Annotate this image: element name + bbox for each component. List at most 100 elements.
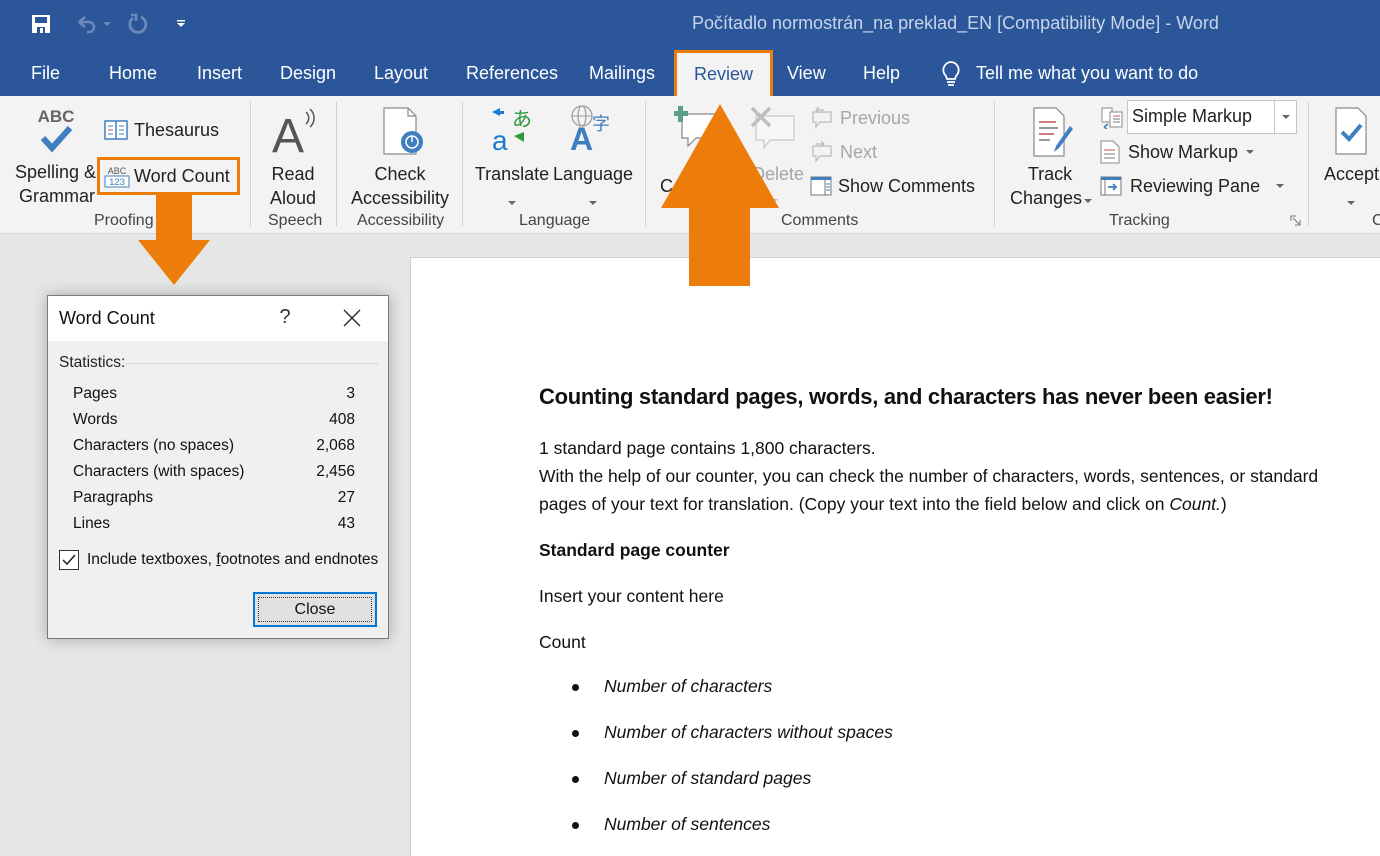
undo-icon[interactable]	[73, 12, 99, 36]
next-comment-button[interactable]: Next	[810, 140, 877, 164]
close-button[interactable]: Close	[253, 592, 377, 627]
translate-button[interactable]: あa Translate	[474, 102, 550, 205]
read-aloud-label-1: Read	[271, 164, 315, 184]
help-button[interactable]: ?	[277, 306, 293, 329]
reviewing-pane-dropdown-icon	[1276, 184, 1285, 188]
check-accessibility-button[interactable]: Check Accessibility	[348, 102, 452, 208]
bullet-icon	[572, 822, 579, 829]
thesaurus-label: Thesaurus	[134, 119, 220, 140]
stat-label: Characters (with spaces)	[73, 463, 245, 480]
document-paragraph: Count	[539, 632, 586, 652]
show-markup-dropdown-icon	[1246, 150, 1255, 154]
annotation-arrow-down	[138, 195, 210, 285]
stat-label: Words	[73, 411, 118, 428]
document-paragraph: pages of your text for translation. (Cop…	[539, 490, 1227, 518]
list-item: Number of characters	[604, 676, 773, 696]
svg-text:a: a	[492, 125, 508, 152]
title-bar: Počítadlo normostrán_na preklad_EN [Comp…	[0, 0, 1380, 50]
tab-view[interactable]: View	[787, 50, 826, 96]
dialog-title-bar[interactable]: Word Count ?	[48, 296, 388, 341]
document-page[interactable]: Counting standard pages, words, and char…	[410, 257, 1380, 856]
ribbon-tabs: File Home Insert Design Layout Reference…	[0, 50, 1380, 96]
bullet-icon	[572, 684, 579, 691]
group-label-comments: Comments	[781, 212, 859, 229]
redo-icon[interactable]	[125, 12, 151, 36]
list-item: Number of standard pages	[604, 768, 812, 788]
language-icon: A字	[570, 105, 610, 152]
tracking-options-launcher-icon[interactable]	[1290, 214, 1302, 226]
word-count-label: Word Count	[134, 165, 230, 186]
read-aloud-button[interactable]: A Read Aloud	[262, 102, 324, 208]
reviewing-pane-button[interactable]: Reviewing Pane	[1100, 174, 1285, 198]
tab-home[interactable]: Home	[109, 50, 157, 96]
previous-comment-button[interactable]: Previous	[810, 106, 910, 130]
stat-value: 43	[337, 515, 355, 532]
include-textboxes-checkbox[interactable]: Include textboxes, footnotes and endnote…	[59, 550, 378, 570]
word-count-button[interactable]: ABC 123 Word Count	[104, 164, 230, 188]
accessibility-checker-icon	[383, 107, 423, 155]
spelling-grammar-button[interactable]: ABC Spelling & Grammar	[10, 100, 100, 206]
save-icon[interactable]	[30, 12, 52, 36]
show-comments-button[interactable]: Show Comments	[810, 174, 975, 198]
tell-me-placeholder: Tell me what you want to do	[976, 62, 1199, 83]
display-for-review-icon	[1101, 107, 1123, 129]
stat-value: 3	[346, 385, 355, 402]
word-count-dialog: Word Count ? Statistics: Pages 3 Words 4…	[47, 295, 389, 639]
reviewing-pane-icon	[1100, 176, 1122, 196]
language-button[interactable]: A字 Language	[552, 102, 634, 205]
track-changes-button[interactable]: Track Changes	[1004, 102, 1096, 208]
tab-insert[interactable]: Insert	[197, 50, 242, 96]
stat-row: Pages 3	[73, 385, 355, 407]
read-aloud-icon: A	[272, 108, 315, 154]
stat-label: Pages	[73, 385, 117, 402]
svg-text:ABC: ABC	[38, 107, 75, 126]
text-run: ootnotes and endnotes	[220, 551, 379, 568]
checkbox-box[interactable]	[59, 550, 79, 570]
tab-design[interactable]: Design	[280, 50, 336, 96]
tab-mailings[interactable]: Mailings	[589, 50, 655, 96]
check-accessibility-label-2: Accessibility	[350, 188, 450, 208]
annotation-arrow-up	[661, 104, 779, 286]
word-count-icon: ABC123	[104, 166, 130, 188]
markup-select-value: Simple Markup	[1132, 106, 1253, 126]
accept-dropdown-icon	[1347, 194, 1355, 212]
text-run: pages of your text for translation. (Cop…	[539, 494, 1170, 514]
tab-help[interactable]: Help	[863, 50, 900, 96]
tab-file[interactable]: File	[31, 50, 60, 96]
tell-me-search[interactable]: Tell me what you want to do	[940, 50, 1198, 96]
accept-icon	[1335, 107, 1367, 155]
undo-dropdown-icon[interactable]	[101, 12, 113, 36]
group-divider	[126, 363, 378, 364]
show-markup-label: Show Markup	[1128, 141, 1239, 162]
markup-select[interactable]: Simple Markup	[1127, 100, 1297, 134]
tab-review[interactable]: Review	[674, 50, 774, 96]
stat-value: 2,456	[316, 463, 355, 480]
reviewing-pane-label: Reviewing Pane	[1130, 175, 1261, 196]
spelling-label-1: Spelling &	[15, 162, 97, 182]
thesaurus-button[interactable]: Thesaurus	[104, 118, 219, 142]
ribbon-separator	[1308, 102, 1309, 226]
text-run: Include textboxes,	[87, 551, 217, 568]
accept-button[interactable]: Accept	[1320, 102, 1380, 205]
tab-layout[interactable]: Layout	[374, 50, 428, 96]
document-heading: Counting standard pages, words, and char…	[539, 384, 1273, 409]
markup-select-dropdown-icon[interactable]	[1274, 101, 1296, 133]
close-icon[interactable]	[340, 306, 364, 330]
svg-text:字: 字	[592, 114, 610, 135]
document-subheading: Standard page counter	[539, 540, 730, 560]
next-comment-icon	[812, 141, 832, 163]
show-markup-button[interactable]: Show Markup	[1100, 140, 1255, 164]
document-paragraph: With the help of our counter, you can ch…	[539, 466, 1319, 486]
ribbon-separator	[645, 102, 646, 226]
track-changes-icon	[1033, 107, 1073, 157]
svg-text:ABC: ABC	[108, 166, 127, 176]
translate-dropdown-icon	[508, 194, 516, 212]
ribbon-separator	[994, 102, 995, 226]
customize-qat-icon[interactable]	[174, 12, 188, 36]
bullet-icon	[572, 776, 579, 783]
group-label-tracking: Tracking	[1109, 212, 1170, 229]
dialog-title: Word Count	[59, 308, 155, 328]
spelling-label-2: Grammar	[19, 186, 95, 206]
tab-references[interactable]: References	[466, 50, 558, 96]
language-dropdown-icon	[589, 194, 597, 212]
